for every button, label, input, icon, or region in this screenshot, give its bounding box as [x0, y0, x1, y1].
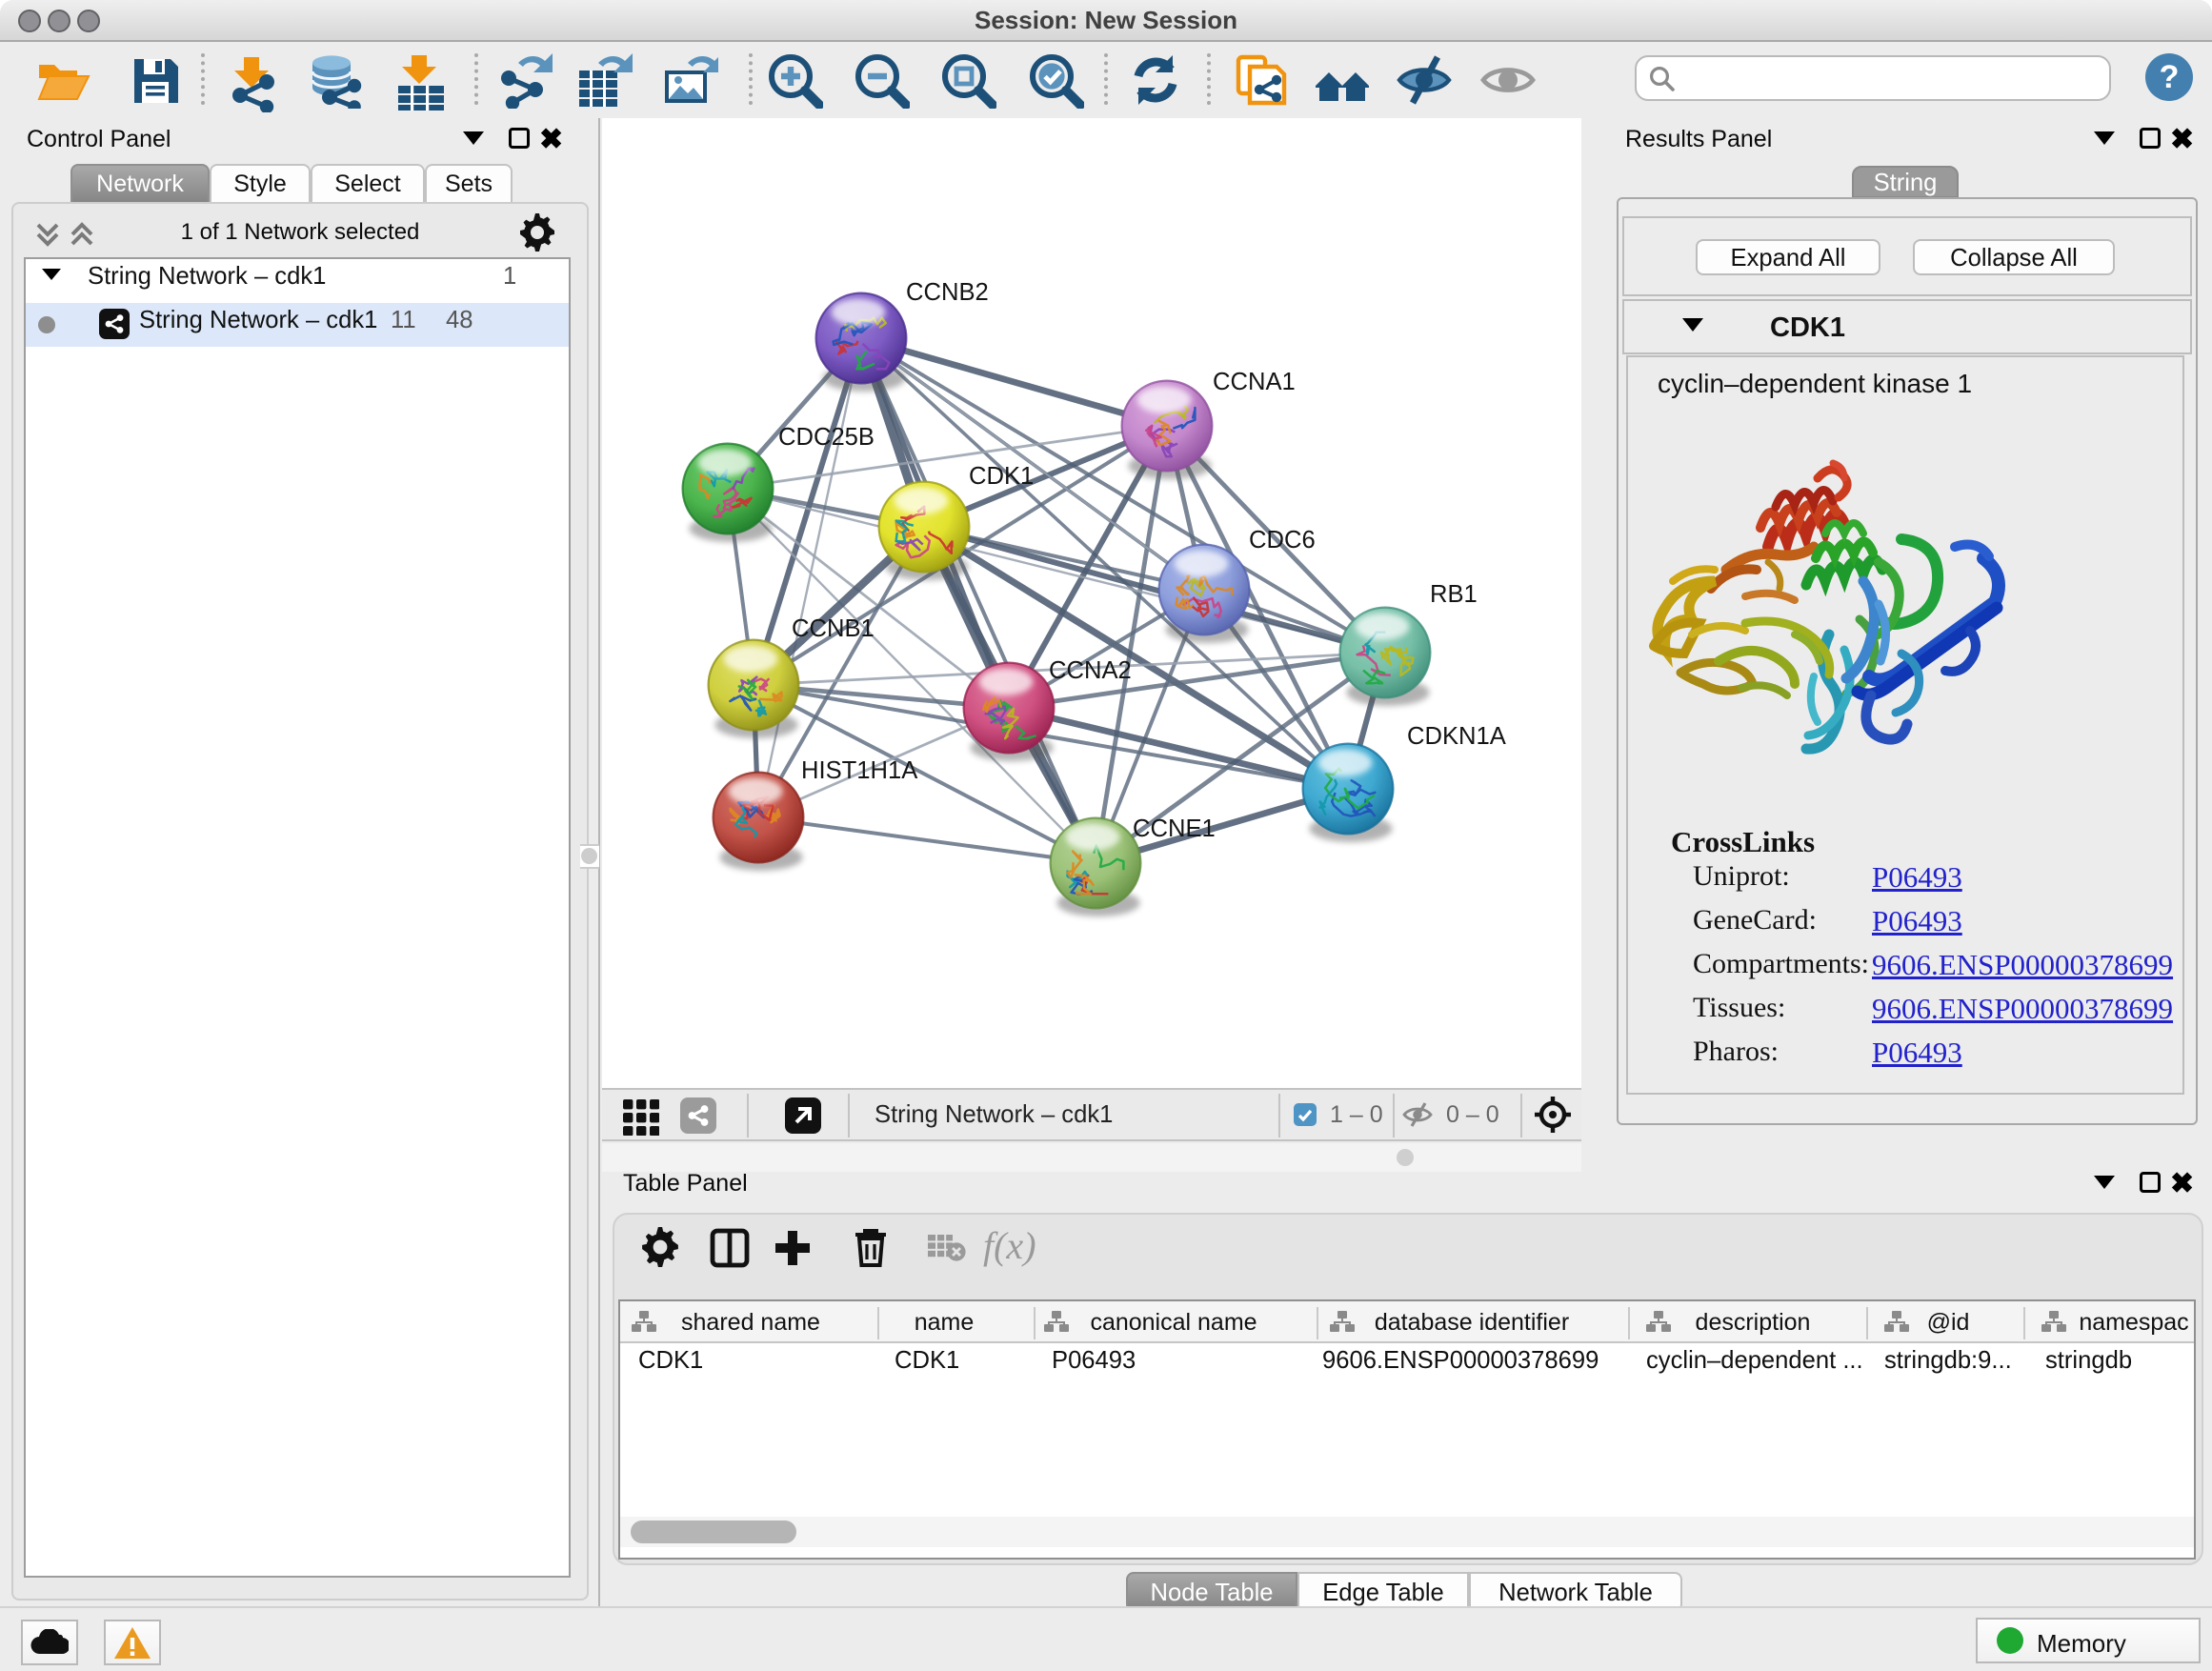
svg-text:CCNA2: CCNA2 [1049, 657, 1132, 684]
svg-text:CCNB1: CCNB1 [792, 615, 875, 642]
svg-text:CCNA1: CCNA1 [1213, 369, 1296, 395]
svg-text:HIST1H1A: HIST1H1A [801, 757, 918, 784]
svg-text:RB1: RB1 [1430, 581, 1478, 608]
svg-text:CCNB2: CCNB2 [906, 279, 989, 306]
svg-text:CDKN1A: CDKN1A [1407, 723, 1507, 750]
svg-text:CCNE1: CCNE1 [1133, 815, 1216, 842]
svg-text:CDK1: CDK1 [969, 463, 1034, 490]
svg-text:CDC6: CDC6 [1249, 527, 1316, 554]
svg-text:CDC25B: CDC25B [778, 424, 875, 451]
